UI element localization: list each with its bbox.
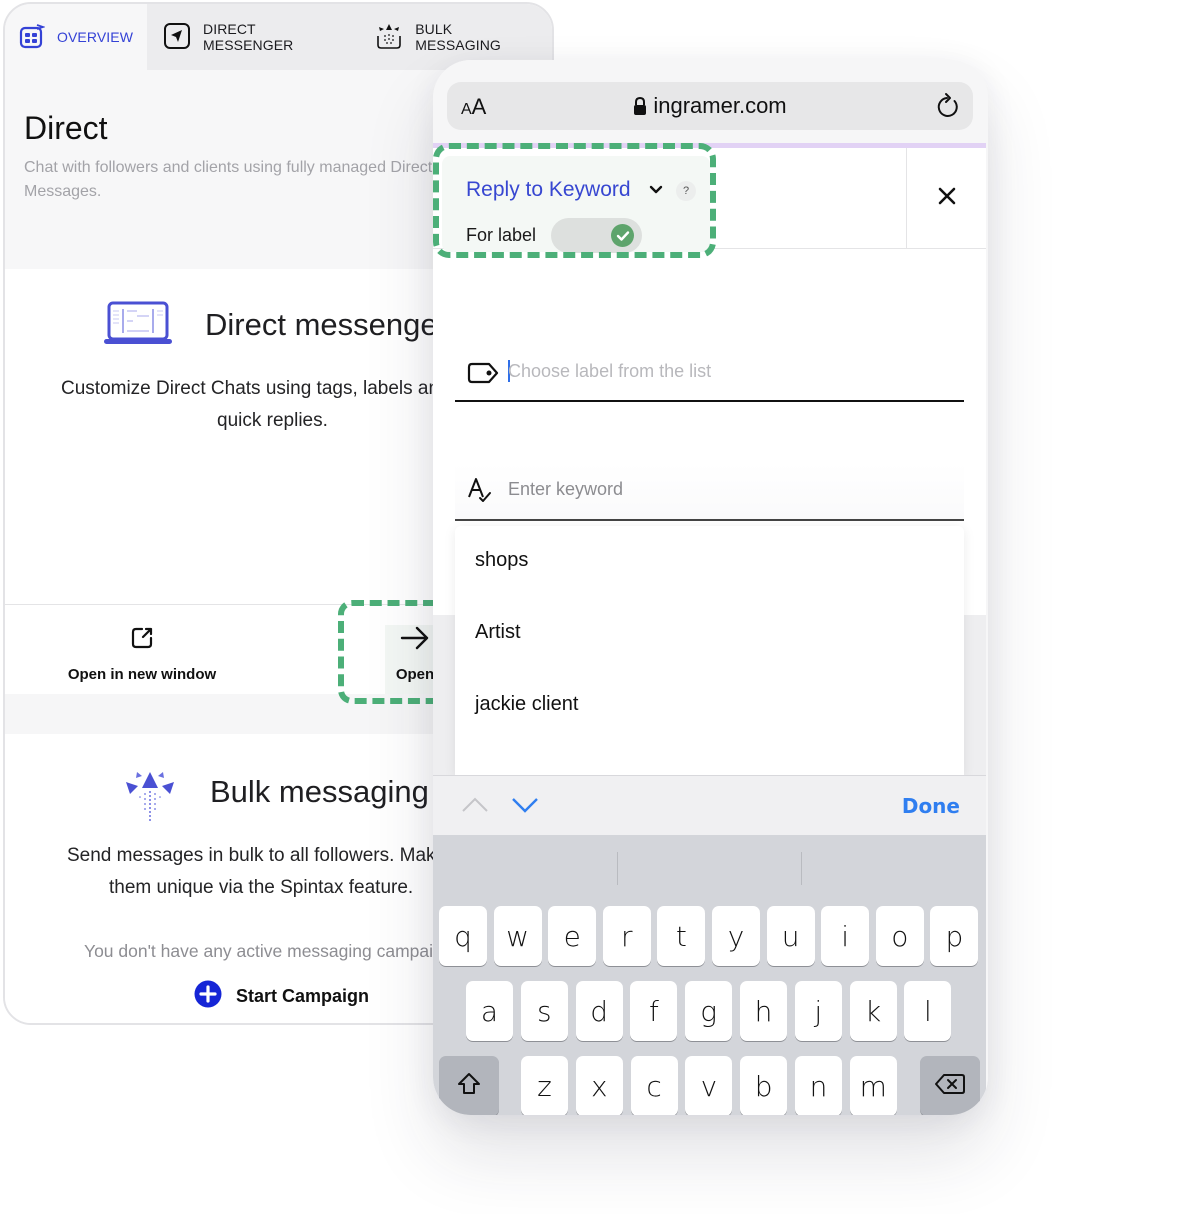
tab-direct-messenger-label: DIRECT MESSENGER xyxy=(203,21,294,53)
tab-overview-label: OVERVIEW xyxy=(57,29,134,45)
direct-messenger-desc-line2: quick replies. xyxy=(217,410,328,431)
keyboard-accessory-bar: Done xyxy=(433,775,986,835)
backspace-icon xyxy=(934,1072,966,1101)
key-s[interactable]: s xyxy=(520,981,568,1041)
key-p[interactable]: p xyxy=(930,906,979,966)
delete-key[interactable] xyxy=(920,1056,980,1115)
bulk-planes-icon xyxy=(122,768,178,829)
tab-direct-messenger[interactable]: DIRECT MESSENGER xyxy=(147,4,359,70)
key-c[interactable]: c xyxy=(630,1056,678,1115)
label-input[interactable]: Choose label from the list xyxy=(455,323,964,402)
browser-address-bar[interactable]: AA ingramer.com xyxy=(447,82,973,130)
plus-circle-icon xyxy=(194,980,222,1013)
key-j[interactable]: j xyxy=(794,981,842,1041)
key-h[interactable]: h xyxy=(740,981,787,1041)
rule-type-highlight xyxy=(433,143,716,258)
label-dropdown: shops Artist jackie client xyxy=(455,526,964,776)
key-v[interactable]: v xyxy=(685,1056,733,1115)
external-link-icon xyxy=(129,625,155,656)
direct-messenger-desc-line1: Customize Direct Chats using tags, label… xyxy=(61,378,450,399)
phone-mockup: AA ingramer.com Reply to Keyword ? For l… xyxy=(433,60,988,1115)
key-o[interactable]: o xyxy=(875,906,924,966)
open-new-window-label: Open in new window xyxy=(67,666,217,683)
page-title: Direct xyxy=(24,110,108,146)
key-k[interactable]: k xyxy=(849,981,897,1041)
keyword-input-placeholder: Enter keyword xyxy=(508,479,624,499)
shift-key[interactable] xyxy=(439,1056,499,1115)
key-w[interactable]: w xyxy=(493,906,542,966)
page-description: Chat with followers and clients using fu… xyxy=(24,159,433,200)
reload-icon[interactable] xyxy=(935,92,961,125)
next-field-icon[interactable] xyxy=(511,796,539,819)
bulk-desc-line1: Send messages in bulk to all followers. … xyxy=(67,845,447,866)
start-campaign-button[interactable]: Start Campaign xyxy=(194,980,369,1013)
close-button[interactable] xyxy=(906,148,986,248)
onscreen-keyboard: qwertyuiop asdfghjkl zxcvbnm 123 space r… xyxy=(433,835,986,1115)
shift-icon xyxy=(456,1071,482,1102)
key-m[interactable]: m xyxy=(849,1056,897,1115)
bulk-planes-icon xyxy=(375,22,403,53)
paper-plane-icon xyxy=(163,22,191,53)
tab-overview[interactable]: OVERVIEW xyxy=(5,4,147,70)
close-icon xyxy=(937,186,957,211)
suggestion-divider xyxy=(617,852,618,885)
url-host: ingramer.com xyxy=(653,93,787,118)
previous-field-icon[interactable] xyxy=(461,796,489,819)
keyword-input[interactable]: Enter keyword xyxy=(455,463,964,521)
key-b[interactable]: b xyxy=(740,1056,788,1115)
tag-icon xyxy=(467,362,499,389)
key-a[interactable]: a xyxy=(466,981,513,1041)
label-option[interactable]: Artist xyxy=(475,621,521,644)
key-d[interactable]: d xyxy=(575,981,623,1041)
url-display[interactable]: ingramer.com xyxy=(447,93,973,121)
key-l[interactable]: l xyxy=(904,981,952,1041)
web-page: Reply to Keyword ? For label Choose labe… xyxy=(433,143,986,1115)
laptop-icon xyxy=(103,301,173,352)
key-g[interactable]: g xyxy=(685,981,733,1041)
bulk-messaging-title: Bulk messaging xyxy=(210,774,429,809)
key-f[interactable]: f xyxy=(630,981,678,1041)
key-r[interactable]: r xyxy=(602,906,651,966)
key-e[interactable]: e xyxy=(548,906,597,966)
key-x[interactable]: x xyxy=(575,1056,623,1115)
overview-grid-icon xyxy=(19,23,46,52)
key-q[interactable]: q xyxy=(439,906,487,966)
done-button[interactable]: Done xyxy=(902,794,960,818)
bulk-desc-line2: them unique via the Spintax feature. xyxy=(109,877,414,898)
key-z[interactable]: z xyxy=(521,1056,568,1115)
suggestion-divider xyxy=(801,852,802,885)
key-n[interactable]: n xyxy=(795,1056,842,1115)
tab-bulk-messaging-label: BULK MESSAGING xyxy=(415,21,501,53)
key-t[interactable]: t xyxy=(657,906,706,966)
direct-messenger-title: Direct messenger xyxy=(205,307,448,342)
label-input-placeholder: Choose label from the list xyxy=(508,361,712,381)
spellcheck-icon xyxy=(467,477,493,508)
label-option[interactable]: jackie client xyxy=(475,693,578,716)
start-campaign-label: Start Campaign xyxy=(236,986,370,1006)
key-y[interactable]: y xyxy=(712,906,760,966)
no-campaigns-text: You don't have any active messaging camp… xyxy=(84,941,462,961)
lock-icon xyxy=(633,95,647,121)
label-option[interactable]: shops xyxy=(475,549,528,572)
key-i[interactable]: i xyxy=(821,906,870,966)
key-u[interactable]: u xyxy=(766,906,815,966)
